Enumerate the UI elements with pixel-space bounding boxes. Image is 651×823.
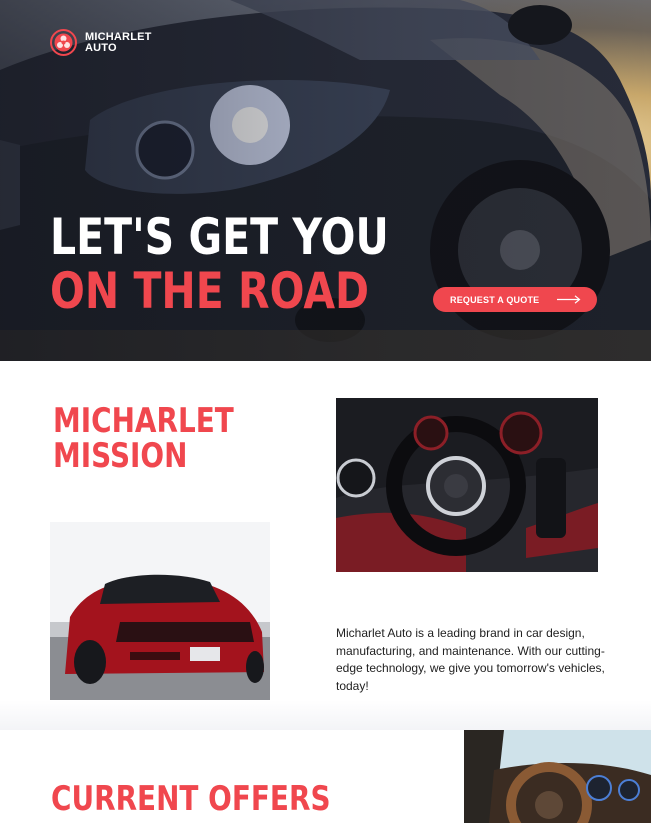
- hero-headline: LET'S GET YOU ON THE ROAD: [50, 210, 389, 318]
- mission-title-line2: MISSION: [53, 436, 188, 476]
- hero-headline-line1: LET'S GET YOU: [50, 208, 389, 266]
- red-sports-car-image: [50, 522, 270, 729]
- request-quote-button[interactable]: REQUEST A QUOTE: [433, 287, 597, 312]
- section-divider: [0, 700, 651, 730]
- dashboard-offer-image: [464, 730, 651, 823]
- brand-name: MICHARLET AUTO: [85, 30, 152, 54]
- arrow-right-icon: [557, 295, 581, 304]
- hero-headline-line2: ON THE ROAD: [50, 262, 370, 320]
- mission-title-line1: MICHARLET: [53, 401, 234, 441]
- mission-description: Micharlet Auto is a leading brand in car…: [336, 626, 605, 693]
- request-quote-label: REQUEST A QUOTE: [450, 294, 540, 305]
- car-interior-image: [336, 398, 598, 572]
- offers-title: CURRENT OFFERS: [51, 779, 331, 819]
- triple-blade-logo-icon: [50, 29, 77, 56]
- brand-logo[interactable]: MICHARLET AUTO: [50, 29, 165, 56]
- hero-section: MICHARLET AUTO LET'S GET YOU ON THE ROAD…: [0, 0, 651, 361]
- mission-title: MICHARLET MISSION: [53, 404, 234, 474]
